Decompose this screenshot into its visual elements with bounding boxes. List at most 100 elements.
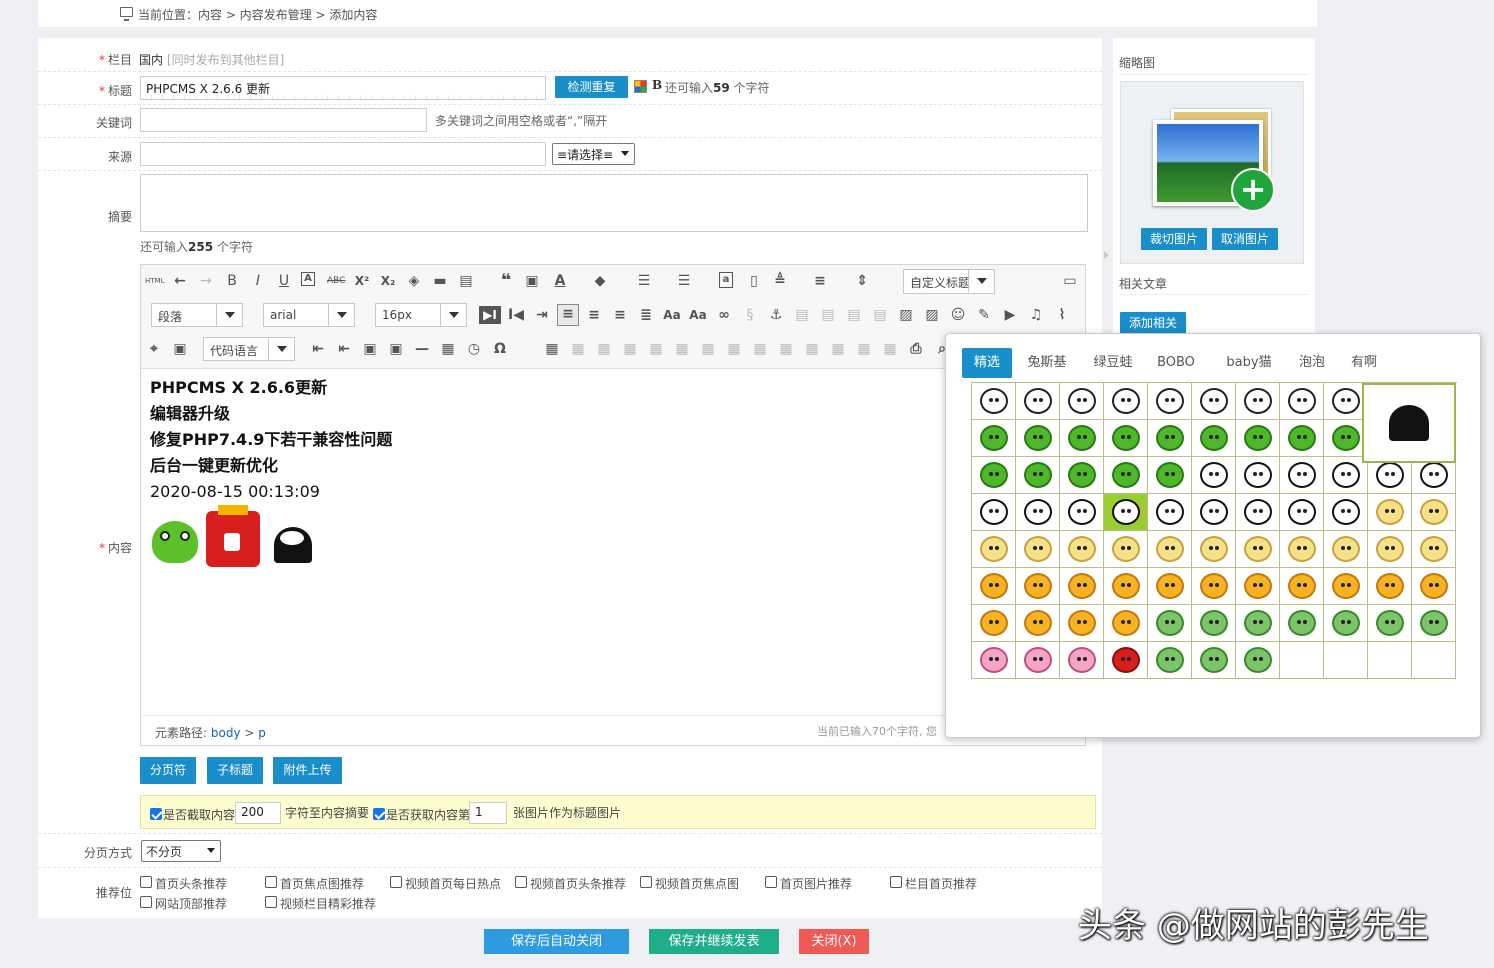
image-right-icon[interactable]: ▤ [845, 306, 863, 324]
source-select[interactable]: ≡请选择≡ [552, 143, 635, 165]
emotion-tab[interactable]: BOBO [1150, 348, 1202, 378]
redo-icon[interactable]: → [197, 272, 215, 290]
autotypeset-icon[interactable]: ▤ [457, 272, 475, 290]
anchor-icon[interactable]: ⚓ [767, 306, 785, 324]
emotion-cell[interactable] [1236, 494, 1280, 531]
rtl-icon[interactable]: I◀ [507, 306, 525, 324]
emotion-cell[interactable] [1192, 457, 1236, 494]
paging-select[interactable]: 不分页 [141, 840, 221, 862]
emotion-cell[interactable] [1148, 383, 1192, 420]
image-none-icon[interactable]: ▤ [793, 306, 811, 324]
emotion-cell[interactable] [972, 494, 1016, 531]
emotion-cell[interactable] [1324, 605, 1368, 642]
emotion-tab[interactable]: 精选 [962, 348, 1012, 378]
emotion-cell[interactable] [1060, 605, 1104, 642]
code-language-select[interactable]: 代码语言 [203, 337, 295, 361]
underline-icon[interactable]: U [275, 272, 293, 290]
scrawl-icon[interactable]: ✎ [975, 306, 993, 324]
emotion-cell[interactable] [1060, 642, 1104, 679]
insert-code-icon[interactable]: ▣ [387, 340, 405, 358]
emotion-cell[interactable] [1236, 420, 1280, 457]
title-input[interactable]: PHPCMS X 2.6.6 更新 [140, 76, 546, 100]
lineheight-icon[interactable]: ⇕ [853, 272, 871, 290]
emotion-cell[interactable] [1104, 457, 1148, 494]
position-checkbox[interactable] [765, 876, 777, 888]
superscript-icon[interactable]: X² [353, 272, 371, 290]
undo-icon[interactable]: ← [171, 272, 189, 290]
emotion-cell[interactable] [972, 568, 1016, 605]
emotion-cell[interactable] [1236, 605, 1280, 642]
emotion-cell[interactable] [1016, 642, 1060, 679]
pagebreak-button[interactable]: 分页符 [140, 757, 196, 784]
emotion-cell[interactable] [1368, 494, 1412, 531]
custom-title-select[interactable]: 自定义标题 [903, 269, 995, 294]
music-icon[interactable]: ♫ [1027, 306, 1045, 324]
italic-icon[interactable]: I [249, 272, 267, 290]
horizontal-icon[interactable]: — [413, 340, 431, 358]
attachment-icon[interactable]: ⌇ [1053, 306, 1071, 324]
emotion-cell[interactable] [1280, 494, 1324, 531]
keywords-input[interactable] [140, 108, 427, 132]
position-checkbox[interactable] [640, 876, 652, 888]
font-size-select[interactable]: 16px [375, 303, 467, 327]
template-icon[interactable]: ⇤ [335, 340, 353, 358]
insert-table-icon[interactable]: ▦ [543, 340, 561, 358]
paragraph-select[interactable]: 段落 [151, 303, 243, 327]
rowspacing-bottom-icon[interactable]: ≡ [811, 272, 829, 290]
attachment-upload-button[interactable]: 附件上传 [273, 757, 342, 784]
cancel-image-button[interactable]: 取消图片 [1212, 228, 1278, 250]
path-p-link[interactable]: p [258, 726, 266, 740]
background-icon[interactable]: ▣ [361, 340, 379, 358]
link-icon[interactable]: ∞ [715, 306, 733, 324]
emotion-cell[interactable] [972, 531, 1016, 568]
insert-image-icon[interactable]: ▨ [923, 306, 941, 324]
blockquote-icon[interactable]: ❝ [497, 272, 515, 290]
emotion-cell[interactable] [1060, 494, 1104, 531]
emotion-cell[interactable] [1148, 642, 1192, 679]
emotion-cell[interactable] [972, 383, 1016, 420]
emotion-tab[interactable]: baby猫 [1218, 348, 1280, 378]
emotion-tab[interactable]: 兔斯基 [1018, 348, 1076, 378]
emotion-cell[interactable] [1016, 605, 1060, 642]
color-picker-icon[interactable] [634, 80, 647, 93]
insert-video-icon[interactable]: ▶ [1001, 306, 1019, 324]
emotion-tab[interactable]: 泡泡 [1288, 348, 1336, 378]
position-checkbox[interactable] [140, 876, 152, 888]
align-left-icon[interactable]: ≡ [557, 304, 579, 326]
emotion-cell[interactable] [1280, 420, 1324, 457]
emotion-cell[interactable] [1060, 531, 1104, 568]
emotion-cell[interactable] [1192, 420, 1236, 457]
close-button[interactable]: 关闭(X) [799, 929, 869, 954]
emotion-cell[interactable] [1324, 494, 1368, 531]
subtitle-button[interactable]: 子标题 [207, 757, 263, 784]
simple-upload-icon[interactable]: ▨ [897, 306, 915, 324]
emotion-cell[interactable] [1148, 457, 1192, 494]
emotion-cell[interactable] [1192, 605, 1236, 642]
check-duplicate-button[interactable]: 检测重复 [555, 76, 628, 98]
emotion-cell[interactable] [1148, 568, 1192, 605]
crop-image-button[interactable]: 裁切图片 [1141, 228, 1207, 250]
pagebreak-icon[interactable]: ⇤ [309, 340, 327, 358]
emotion-tab[interactable]: 绿豆蛙 [1084, 348, 1142, 378]
emotion-cell[interactable] [1016, 420, 1060, 457]
font-family-select[interactable]: arial [263, 303, 355, 327]
insert-row-icon[interactable]: ▦ [621, 340, 639, 358]
emotion-cell[interactable] [1368, 531, 1412, 568]
date-icon[interactable]: ▦ [439, 340, 457, 358]
unlink-icon[interactable]: § [741, 306, 759, 324]
emotion-cell[interactable] [1412, 605, 1456, 642]
table-props-icon[interactable]: ▦ [881, 340, 899, 358]
source-input[interactable] [140, 142, 546, 166]
subscript-icon[interactable]: X₂ [379, 272, 397, 290]
emotion-icon[interactable]: ☺ [949, 306, 967, 324]
delete-row-icon[interactable]: ▦ [647, 340, 665, 358]
path-body-link[interactable]: body [211, 726, 241, 740]
rowspacing-top-icon[interactable]: ≜ [771, 272, 789, 290]
split-cols-icon[interactable]: ▦ [855, 340, 873, 358]
print-icon[interactable]: ⎙ [907, 340, 925, 358]
cut-length-input[interactable]: 200 [235, 802, 281, 824]
map-icon[interactable]: ⌖ [145, 340, 163, 358]
emotion-cell[interactable] [1280, 568, 1324, 605]
thumbnail-box[interactable]: + 裁切图片 取消图片 [1120, 81, 1304, 264]
split-rows-icon[interactable]: ▦ [829, 340, 847, 358]
